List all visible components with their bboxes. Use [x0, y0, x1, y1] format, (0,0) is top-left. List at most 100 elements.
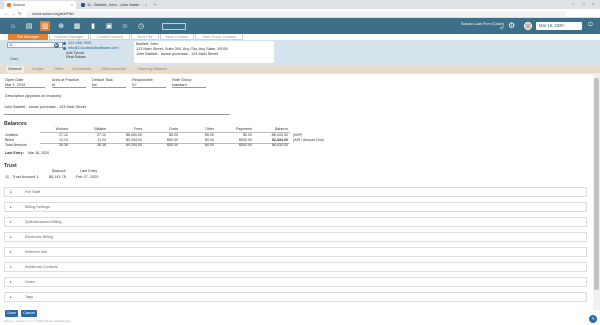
- file-icon[interactable]: ▥: [40, 21, 50, 31]
- tab-documents[interactable]: Documents: [70, 66, 93, 73]
- cancel-button[interactable]: Cancel: [21, 310, 37, 317]
- accordion-notes[interactable]: ▸ Notes: [4, 277, 587, 287]
- app-search-input[interactable]: [162, 22, 186, 30]
- browser-tab-file[interactable]: 11 - Bartlett, John - John Bartle ×: [78, 1, 150, 9]
- chat-bubble-icon[interactable]: ✎: [589, 315, 597, 323]
- power-icon[interactable]: ⏻: [588, 22, 593, 29]
- file-favicon-icon: [81, 3, 85, 7]
- last-entry-label: Last Entry:: [5, 151, 24, 155]
- open-date-label: Open Date: [5, 78, 24, 82]
- stats-icon[interactable]: ▮: [88, 21, 98, 31]
- trust-account-row[interactable]: 11 - Trust Account 1: [5, 175, 39, 179]
- table-cell: 11.24: [97, 138, 106, 142]
- table-cell: $0.00: [205, 143, 214, 147]
- matter-header: 11 ▶ 123-456-7890 info@Cloudsolufsoftwar…: [0, 40, 600, 66]
- current-date-field[interactable]: Mar 16, 2020: [536, 22, 582, 30]
- trust-balance-value: $6,141.75: [49, 175, 66, 179]
- tab-general[interactable]: General: [6, 66, 24, 73]
- close-window-icon[interactable]: ×: [592, 1, 594, 6]
- phone-text: 123-456-7890: [68, 41, 92, 45]
- table-cell: $2,834.00: [272, 138, 288, 142]
- browser-tab-title: Soluno: [13, 3, 25, 7]
- maximize-icon[interactable]: □: [582, 1, 584, 6]
- accordion-title: Billing Settings: [25, 205, 50, 209]
- reload-icon[interactable]: ↻: [18, 11, 22, 17]
- file-description: John Bartlett - house purchase - 123 Mai…: [136, 52, 218, 56]
- go-arrow-icon[interactable]: ▶: [54, 42, 59, 48]
- col-header: Payments: [236, 127, 252, 131]
- open-date-field[interactable]: Mar 1, 2019: [5, 83, 45, 88]
- expand-chevron-icon: ▸: [10, 220, 12, 224]
- table-cell: $500.00: [239, 143, 252, 147]
- accordion-file-staff[interactable]: ▸ File Staff: [4, 187, 587, 197]
- trust-heading: Trust: [4, 163, 17, 169]
- people-icon[interactable]: ☺: [120, 21, 130, 31]
- description-label: Description (appears on invoices): [5, 94, 62, 98]
- table-cell: $3,254.00: [126, 138, 142, 142]
- email-icon: [63, 46, 66, 50]
- row-note: (WIP): [293, 133, 303, 137]
- row-label-billed: Billed: [5, 138, 14, 142]
- settings-gear-icon[interactable]: ⚙: [508, 21, 515, 30]
- documents-icon[interactable]: ▤: [24, 21, 34, 31]
- table-cell: $0.00: [243, 133, 252, 137]
- tab-other[interactable]: Other: [52, 66, 66, 73]
- accordion-electronic-billing[interactable]: ▸ Electronic Billing: [4, 232, 587, 242]
- app-toolbar: ⌂ ▤ ▥ ⊕ ▦ ▮ ▣ ☺ ◷ Soluno Law Firm (Cash)…: [0, 18, 600, 34]
- trust-last-entry-value: Feb 27, 2020: [76, 175, 99, 179]
- table-cell: 38.36: [59, 143, 68, 147]
- accordion-title: Split/Advanced Billing: [25, 220, 62, 224]
- expand-chevron-icon: ▸: [10, 205, 12, 209]
- close-tab-icon[interactable]: ×: [145, 3, 147, 7]
- table-cell: $500.00: [239, 138, 252, 142]
- tab-netdocuments[interactable]: NetDocuments: [99, 66, 128, 73]
- user-avatar[interactable]: [524, 22, 532, 30]
- table-cell: $9,254.00: [126, 143, 142, 147]
- soluno-favicon-icon: [7, 3, 11, 7]
- area-of-practice-field[interactable]: re: [52, 83, 86, 88]
- bank-icon[interactable]: ▦: [72, 21, 82, 31]
- description-field[interactable]: John Bartlett - house purchase - 123 Mai…: [4, 105, 230, 115]
- accordion-referred-info[interactable]: ▸ Referred Info: [4, 247, 587, 257]
- forward-icon[interactable]: →: [11, 11, 16, 16]
- client-label: Client: [10, 57, 19, 61]
- minimize-icon[interactable]: –: [572, 1, 574, 6]
- col-header: Other: [205, 127, 214, 131]
- save-button[interactable]: Save: [5, 310, 18, 317]
- trust-last-entry-header: Last Entry: [80, 169, 98, 173]
- back-icon[interactable]: ←: [4, 11, 9, 16]
- url-field[interactable]: cloud.soluno.legal/#/File/: [26, 10, 566, 17]
- accordion-title: Additional Contacts: [25, 265, 58, 269]
- default-task-field[interactable]: bw: [92, 83, 126, 88]
- col-header: Costs: [168, 127, 178, 131]
- table-cell: $0.00: [169, 133, 178, 137]
- close-tab-icon[interactable]: ×: [71, 3, 73, 7]
- responsible-label: Responsible: [132, 78, 153, 82]
- tab-opening-balance[interactable]: Opening Balance: [136, 66, 169, 73]
- firm-user: A7: [499, 26, 504, 30]
- accordion-additional-contacts[interactable]: ▸ Additional Contacts: [4, 262, 587, 272]
- expand-chevron-icon: ▸: [10, 295, 12, 299]
- contact-category: Real Estate: [66, 55, 86, 59]
- table-cell: -$6,000.00: [270, 133, 288, 137]
- new-tab-button[interactable]: +: [151, 1, 159, 9]
- tab-ledger[interactable]: Ledger: [30, 66, 46, 73]
- add-icon[interactable]: ⊕: [56, 21, 66, 31]
- calendar-icon[interactable]: ▣: [104, 21, 114, 31]
- accordion-title: Referred Info: [25, 250, 48, 254]
- scrollbar-thumb[interactable]: [594, 78, 599, 290]
- rate-group-field[interactable]: standard: [172, 83, 206, 88]
- home-icon[interactable]: ⌂: [8, 21, 18, 31]
- accordion-billing-settings[interactable]: ▸ Billing Settings: [4, 202, 587, 212]
- expand-chevron-icon: ▸: [10, 250, 12, 254]
- table-cell: 38.36: [97, 143, 106, 147]
- responsible-field[interactable]: A7: [132, 83, 166, 88]
- accordion-tags[interactable]: ▸ Tags: [4, 292, 587, 302]
- browser-tab-title: 11 - Bartlett, John - John Bartle: [87, 3, 140, 7]
- expand-chevron-icon: ▸: [10, 235, 12, 239]
- accordion-split-billing[interactable]: ▸ Split/Advanced Billing: [4, 217, 587, 227]
- clock-icon[interactable]: ◷: [136, 21, 146, 31]
- default-task-label: Default Task: [92, 78, 113, 82]
- browser-tab-soluno[interactable]: Soluno ×: [4, 1, 76, 9]
- accordion-title: Tags: [25, 295, 34, 299]
